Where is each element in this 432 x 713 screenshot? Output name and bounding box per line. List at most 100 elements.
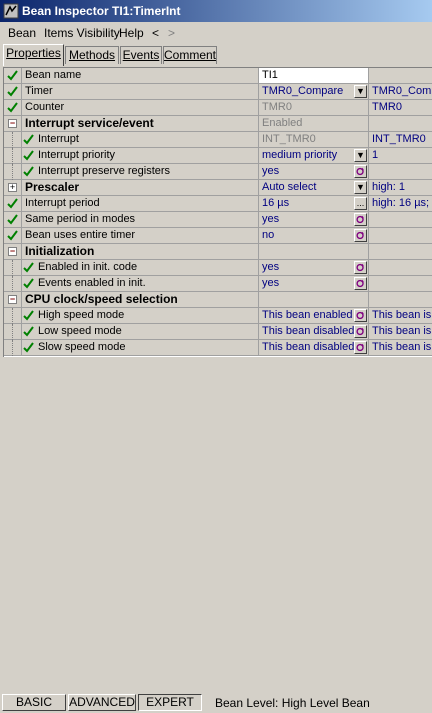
property-name: Timer <box>25 85 53 97</box>
property-row-interrupt[interactable]: Interrupt INT_TMR0 INT_TMR0 <box>4 132 432 148</box>
toggle-cycle-icon[interactable] <box>354 261 367 274</box>
property-group-interrupt-service[interactable]: − Interrupt service/event Enabled <box>4 116 432 132</box>
toggle-cycle-icon[interactable] <box>354 277 367 290</box>
check-icon <box>23 262 34 273</box>
property-row-events-enabled-in-init[interactable]: Events enabled in init. yes <box>4 276 432 292</box>
property-group-initialization[interactable]: − Initialization <box>4 244 432 260</box>
property-name: Interrupt priority <box>38 149 116 161</box>
property-extra <box>368 228 432 243</box>
check-icon <box>23 134 34 145</box>
property-extra: This bean is <box>368 308 432 323</box>
dropdown-arrow-icon[interactable]: ▼ <box>354 181 367 194</box>
property-name: Counter <box>25 101 65 113</box>
property-extra <box>368 212 432 227</box>
tree-line <box>12 132 14 148</box>
property-extra <box>368 68 432 83</box>
property-row-interrupt-priority[interactable]: Interrupt priority medium priority ▼ 1 <box>4 148 432 164</box>
entire-timer-value: no <box>258 228 368 243</box>
timer-value: TMR0_Compare <box>258 84 368 99</box>
toggle-cycle-icon[interactable] <box>354 165 367 178</box>
level-expert-button[interactable]: EXPERT <box>138 694 202 711</box>
property-row-bean-uses-entire-timer[interactable]: Bean uses entire timer no <box>4 228 432 244</box>
property-row-enabled-in-init-code[interactable]: Enabled in init. code yes <box>4 260 432 276</box>
preserve-registers-value: yes <box>258 164 368 179</box>
property-name: Same period in modes <box>25 213 136 225</box>
group-name: CPU clock/speed selection <box>25 292 178 306</box>
collapse-icon[interactable]: − <box>8 119 17 128</box>
property-row-interrupt-period[interactable]: Interrupt period 16 µs ... high: 16 µs; … <box>4 196 432 212</box>
property-name: Bean name <box>25 69 82 81</box>
check-icon <box>23 166 34 177</box>
property-extra: high: 16 µs; l <box>368 196 432 211</box>
nav-forward-button[interactable]: > <box>168 26 175 40</box>
menu-bean[interactable]: Bean <box>8 26 36 40</box>
property-extra <box>368 260 432 275</box>
bean-name-input[interactable]: TI1 <box>258 68 368 83</box>
check-icon <box>23 326 34 337</box>
menu-bar: Bean Items Visibility Help < > <box>0 23 432 43</box>
check-icon <box>7 198 18 209</box>
tree-line <box>12 148 14 164</box>
dropdown-arrow-icon[interactable]: ▼ <box>354 149 367 162</box>
toggle-cycle-icon[interactable] <box>354 229 367 242</box>
property-group-prescaler[interactable]: + Prescaler Auto select ▼ high: 1 <box>4 180 432 196</box>
collapse-icon[interactable]: − <box>8 295 17 304</box>
menu-help[interactable]: Help <box>119 26 144 40</box>
window-title: Bean Inspector TI1:TimerInt <box>22 4 181 18</box>
tree-line <box>12 260 14 276</box>
property-name: Events enabled in init. <box>38 277 146 289</box>
initialization-value <box>258 244 368 259</box>
dropdown-arrow-icon[interactable]: ▼ <box>354 85 367 98</box>
bean-app-icon <box>3 3 19 19</box>
ellipsis-button[interactable]: ... <box>354 197 367 210</box>
property-extra: TMR0 <box>368 100 432 115</box>
tab-events[interactable]: Events <box>120 46 162 64</box>
group-name: Prescaler <box>25 180 80 194</box>
property-extra <box>368 276 432 291</box>
property-group-cpu-clock-speed[interactable]: − CPU clock/speed selection <box>4 292 432 308</box>
interrupt-value: INT_TMR0 <box>258 132 368 147</box>
property-row-slow-speed-mode[interactable]: Slow speed mode This bean disabled This … <box>4 340 432 356</box>
menu-items-visibility[interactable]: Items Visibility <box>44 26 120 40</box>
property-extra <box>368 164 432 179</box>
expand-icon[interactable]: + <box>8 183 17 192</box>
property-row-high-speed-mode[interactable]: High speed mode This bean enabled This b… <box>4 308 432 324</box>
tab-properties[interactable]: Properties <box>3 44 64 66</box>
collapse-icon[interactable]: − <box>8 247 17 256</box>
property-row-timer[interactable]: Timer TMR0_Compare ▼ TMR0_Comp <box>4 84 432 100</box>
level-basic-button[interactable]: BASIC <box>2 694 66 711</box>
toggle-cycle-icon[interactable] <box>354 309 367 322</box>
property-name: Enabled in init. code <box>38 261 138 273</box>
property-row-low-speed-mode[interactable]: Low speed mode This bean disabled This b… <box>4 324 432 340</box>
property-extra: INT_TMR0 <box>368 132 432 147</box>
property-extra: TMR0_Comp <box>368 84 432 99</box>
tree-line <box>12 340 14 356</box>
property-extra <box>368 116 432 131</box>
check-icon <box>7 214 18 225</box>
property-row-counter[interactable]: Counter TMR0 TMR0 <box>4 100 432 116</box>
title-bar: Bean Inspector TI1:TimerInt <box>0 0 432 22</box>
property-extra <box>368 292 432 307</box>
status-bar: BASIC ADVANCED EXPERT Bean Level: High L… <box>0 692 432 713</box>
tab-comment[interactable]: Comment <box>163 46 217 64</box>
property-row-interrupt-preserve-registers[interactable]: Interrupt preserve registers yes <box>4 164 432 180</box>
toggle-cycle-icon[interactable] <box>354 325 367 338</box>
nav-back-button[interactable]: < <box>152 26 159 40</box>
counter-value: TMR0 <box>258 100 368 115</box>
low-speed-value: This bean disabled <box>258 324 368 339</box>
level-advanced-button[interactable]: ADVANCED <box>68 694 136 711</box>
slow-speed-value: This bean disabled <box>258 340 368 355</box>
tab-methods[interactable]: Methods <box>65 46 119 64</box>
tree-line <box>12 308 14 324</box>
property-extra <box>368 244 432 259</box>
events-enabled-value: yes <box>258 276 368 291</box>
property-row-bean-name[interactable]: Bean name TI1 <box>4 68 432 84</box>
property-row-same-period-in-modes[interactable]: Same period in modes yes <box>4 212 432 228</box>
grid-empty-area <box>3 357 432 690</box>
property-name: Interrupt preserve registers <box>38 165 171 177</box>
property-grid: Bean name TI1 Timer TMR0_Compare ▼ TMR0_… <box>3 67 432 358</box>
check-icon <box>7 70 18 81</box>
check-icon <box>7 230 18 241</box>
toggle-cycle-icon[interactable] <box>354 341 367 354</box>
toggle-cycle-icon[interactable] <box>354 213 367 226</box>
